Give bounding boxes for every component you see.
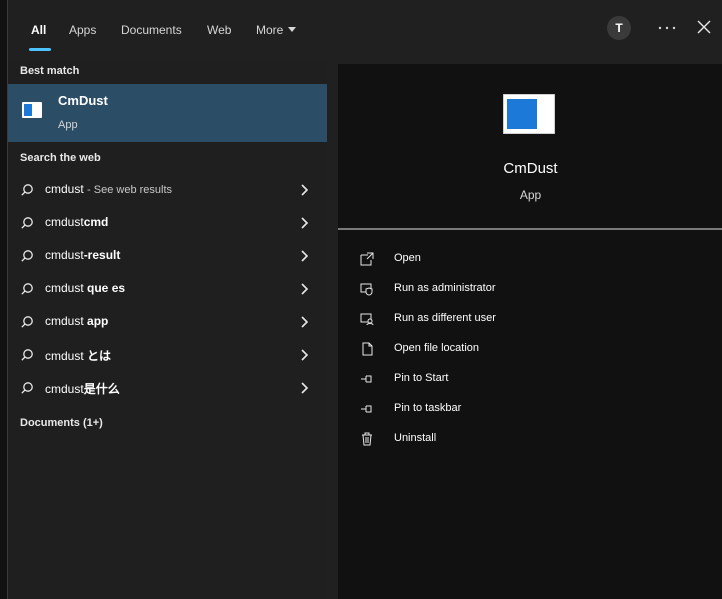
different-user-icon bbox=[360, 313, 374, 326]
search-icon bbox=[21, 382, 33, 394]
search-query: cmdust bbox=[45, 349, 84, 363]
action-uninstall[interactable]: Uninstall bbox=[360, 429, 700, 453]
search-icon bbox=[21, 349, 33, 361]
search-result-text: cmdust - See web results bbox=[45, 182, 172, 196]
action-label: Uninstall bbox=[394, 432, 437, 444]
search-suffix: app bbox=[83, 314, 109, 328]
action-label: Pin to taskbar bbox=[394, 402, 462, 414]
avatar[interactable]: T bbox=[607, 16, 631, 40]
action-pin-to-taskbar[interactable]: Pin to taskbar bbox=[360, 399, 700, 423]
search-suffix: -result bbox=[83, 248, 121, 262]
search-result-text: cmdustcmd bbox=[45, 215, 108, 229]
preview-app-name: CmDust bbox=[503, 160, 558, 177]
action-label: Open file location bbox=[394, 342, 479, 354]
chevron-down-icon bbox=[288, 27, 297, 33]
pin-icon bbox=[361, 375, 372, 383]
trash-icon bbox=[362, 432, 372, 446]
preview-divider bbox=[338, 228, 722, 230]
best-match-name: CmDust bbox=[58, 93, 108, 108]
tab-apps[interactable]: Apps bbox=[69, 22, 96, 38]
best-match-item[interactable]: CmDust App bbox=[8, 84, 327, 142]
search-suffix: 是什么 bbox=[83, 382, 120, 396]
tab-all[interactable]: All bbox=[31, 22, 46, 38]
search-result-text: cmdust-result bbox=[45, 248, 120, 262]
top-bar: All Apps Documents Web More T bbox=[8, 0, 722, 60]
search-result-row[interactable]: cmdust app bbox=[8, 306, 327, 339]
search-query: cmdust bbox=[45, 215, 84, 229]
search-result-row[interactable]: cmdust-result bbox=[8, 240, 327, 273]
search-result-text: cmdust とは bbox=[45, 347, 111, 364]
action-run-as-admin[interactable]: Run as administrator bbox=[360, 279, 700, 303]
chevron-right-icon bbox=[301, 217, 309, 229]
app-icon bbox=[22, 102, 42, 118]
tab-more[interactable]: More bbox=[256, 22, 297, 38]
tab-more-label: More bbox=[256, 23, 284, 37]
search-suffix: que es bbox=[83, 281, 126, 295]
search-result-text: cmdust que es bbox=[45, 281, 125, 295]
results-panel: Best match CmDust App Search the web cmd… bbox=[8, 60, 327, 599]
action-label: Pin to Start bbox=[394, 372, 449, 384]
search-result-text: cmdust是什么 bbox=[45, 380, 120, 397]
preview-app-type: App bbox=[519, 188, 542, 202]
chevron-right-icon bbox=[301, 316, 309, 328]
chevron-right-icon bbox=[301, 349, 309, 361]
search-result-row[interactable]: cmdust que es bbox=[8, 273, 327, 306]
action-pin-to-start[interactable]: Pin to Start bbox=[360, 369, 700, 393]
close-icon[interactable] bbox=[696, 19, 712, 35]
search-query: cmdust bbox=[45, 281, 84, 295]
search-query: cmdust bbox=[45, 314, 84, 328]
search-web-heading: Search the web bbox=[20, 152, 101, 164]
desktop-edge-strip bbox=[0, 0, 7, 599]
search-query: cmdust bbox=[45, 248, 84, 262]
search-icon bbox=[21, 250, 33, 262]
chevron-right-icon bbox=[301, 250, 309, 262]
app-preview-icon bbox=[503, 94, 555, 134]
file-location-icon bbox=[362, 342, 373, 356]
search-icon bbox=[21, 217, 33, 229]
search-result-text: cmdust app bbox=[45, 314, 108, 328]
admin-shield-icon bbox=[360, 283, 373, 296]
pin-icon bbox=[361, 405, 372, 413]
search-icon bbox=[21, 316, 33, 328]
chevron-right-icon bbox=[301, 382, 309, 394]
search-result-row[interactable]: cmdustcmd bbox=[8, 207, 327, 240]
best-match-type: App bbox=[58, 119, 78, 131]
search-query: cmdust bbox=[45, 182, 84, 196]
action-run-as-different-user[interactable]: Run as different user bbox=[360, 309, 700, 333]
search-suffix: cmd bbox=[83, 215, 109, 229]
search-result-row[interactable]: cmdust是什么 bbox=[8, 372, 327, 405]
tab-documents[interactable]: Documents bbox=[121, 22, 182, 38]
tab-web[interactable]: Web bbox=[207, 22, 231, 38]
search-query: cmdust bbox=[45, 382, 84, 396]
preview-panel: CmDust App Open Run as administrator Run… bbox=[338, 64, 722, 599]
chevron-right-icon bbox=[301, 184, 309, 196]
action-label: Run as different user bbox=[394, 312, 496, 324]
active-tab-indicator bbox=[29, 48, 51, 51]
action-open[interactable]: Open bbox=[360, 249, 700, 273]
best-match-heading: Best match bbox=[20, 65, 80, 77]
search-result-row[interactable]: cmdust - See web results bbox=[8, 174, 327, 207]
open-icon bbox=[360, 252, 374, 266]
documents-heading[interactable]: Documents (1+) bbox=[20, 417, 103, 429]
action-label: Open bbox=[394, 252, 421, 264]
search-suffix: とは bbox=[83, 349, 112, 363]
search-icon bbox=[21, 184, 33, 196]
action-label: Run as administrator bbox=[394, 282, 496, 294]
action-open-file-location[interactable]: Open file location bbox=[360, 339, 700, 363]
start-search-window: All Apps Documents Web More T Best match… bbox=[7, 0, 722, 599]
more-options-icon[interactable] bbox=[657, 20, 677, 36]
chevron-right-icon bbox=[301, 283, 309, 295]
search-result-row[interactable]: cmdust とは bbox=[8, 339, 327, 372]
search-icon bbox=[21, 283, 33, 295]
search-suffix: - See web results bbox=[87, 184, 173, 196]
